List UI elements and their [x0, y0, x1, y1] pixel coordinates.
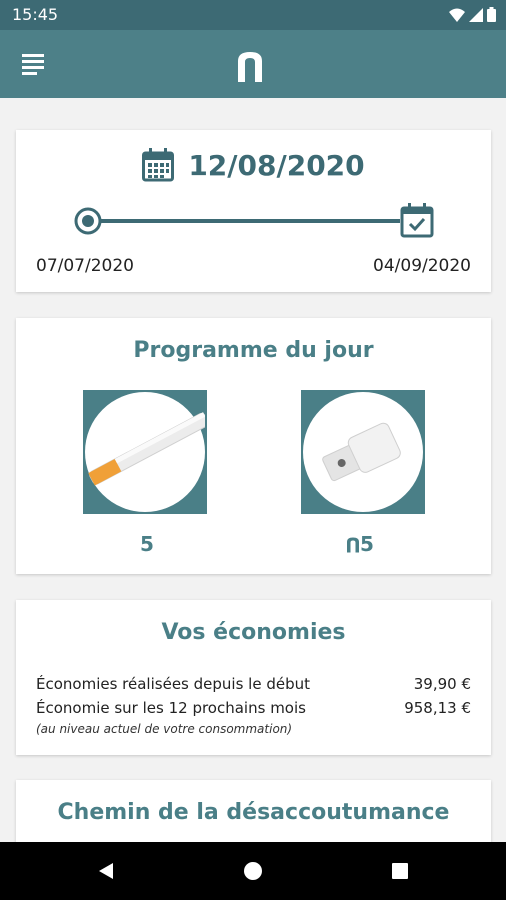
status-time: 15:45 — [12, 5, 59, 24]
economies-value-since-start: 39,90 € — [413, 675, 471, 693]
calendar-check-icon — [400, 203, 434, 238]
status-icons — [449, 7, 496, 22]
device-count-row: 5 — [346, 532, 374, 556]
status-bar: 15:45 — [0, 0, 506, 30]
wifi-icon — [449, 8, 465, 22]
programme-card: Programme du jour 5 5 — [16, 318, 491, 574]
programme-title: Programme du jour — [133, 338, 374, 363]
economies-label-next-12: Économie sur les 12 prochains mois — [36, 699, 306, 717]
cigarette-icon — [88, 412, 207, 486]
cigarette-circle — [85, 392, 207, 512]
economies-card: Vos économies Économies réalisées depuis… — [16, 600, 491, 755]
nicotine-device-icon — [322, 422, 401, 482]
timeline-start-icon — [74, 207, 102, 235]
app-bar — [0, 30, 506, 98]
device-tile[interactable] — [301, 390, 425, 514]
economies-note: (au niveau actuel de votre consommation) — [36, 722, 293, 736]
cigarette-tile[interactable] — [83, 390, 207, 514]
start-date: 07/07/2020 — [36, 256, 134, 276]
current-date: 12/08/2020 — [188, 148, 365, 182]
menu-icon[interactable] — [22, 54, 44, 75]
cigarette-count: 5 — [140, 532, 154, 556]
device-circle — [303, 392, 423, 512]
app-logo — [238, 52, 262, 82]
navigation-bar — [0, 842, 506, 900]
economies-title: Vos économies — [161, 620, 346, 645]
battery-icon — [487, 7, 496, 22]
economies-label-since-start: Économies réalisées depuis le début — [36, 675, 310, 693]
signal-icon — [469, 7, 483, 22]
timeline-track — [100, 219, 400, 223]
current-date-row: 12/08/2020 — [16, 148, 491, 182]
economies-value-next-12: 958,13 € — [404, 699, 471, 717]
calendar-icon — [142, 148, 175, 182]
device-count: 5 — [360, 532, 374, 556]
app-logo-n-icon — [347, 537, 359, 552]
chemin-title: Chemin de la désaccoutumance — [57, 800, 450, 825]
home-button[interactable] — [243, 861, 263, 881]
back-button[interactable] — [96, 861, 116, 881]
date-progress-card: 12/08/2020 07/07/2020 04/09/2020 — [16, 130, 491, 292]
recents-button[interactable] — [390, 861, 410, 881]
end-date: 04/09/2020 — [373, 256, 471, 276]
